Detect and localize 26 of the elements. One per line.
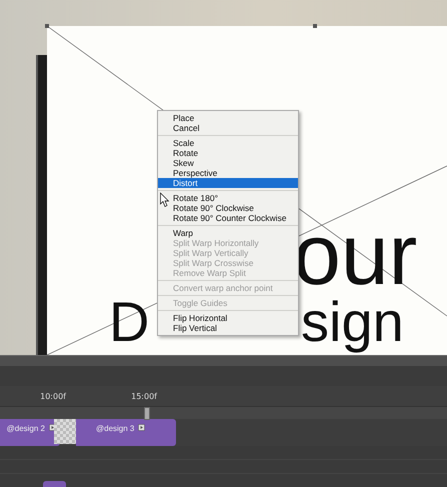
menu-item: Split Warp Vertically <box>172 248 250 258</box>
clip-label: @design 3 <box>96 424 134 433</box>
time-label: 15:00f <box>130 392 157 400</box>
menu-item: Remove Warp Split <box>172 268 247 278</box>
menu-item[interactable]: Rotate <box>158 148 298 158</box>
clip[interactable]: @design 3 <box>76 419 176 446</box>
menu-item[interactable]: Flip Horizontal <box>158 313 298 323</box>
menu-item[interactable]: Scale <box>158 138 298 148</box>
menu-item: Convert warp anchor point <box>172 283 274 293</box>
menu-item: Toggle Guides <box>172 298 228 308</box>
clip[interactable]: @design 2 <box>0 419 60 446</box>
menu-item[interactable]: Distort <box>158 178 298 188</box>
menu-item[interactable]: Cancel <box>158 123 298 133</box>
menu-item[interactable]: Rotate 90° Counter Clockwise <box>158 213 298 223</box>
menu-item: Split Warp Horizontally <box>172 238 260 248</box>
menu-item[interactable]: Rotate 180° <box>158 193 298 203</box>
menu-item[interactable]: Rotate 90° Clockwise <box>158 203 298 213</box>
menu-item[interactable]: Skew <box>158 158 298 168</box>
menu-item: Split Warp Crosswise <box>172 258 254 268</box>
menu-item[interactable]: Place <box>158 113 298 123</box>
clip-label: @design 2 <box>6 424 45 433</box>
time-label: 10:00f <box>39 392 66 400</box>
menu-item[interactable]: Warp <box>158 228 298 238</box>
time-ruler[interactable]: 10:00f 15:00f <box>0 386 447 407</box>
menu-item[interactable]: Flip Vertical <box>158 323 298 333</box>
menu-item[interactable]: Perspective <box>158 168 298 178</box>
